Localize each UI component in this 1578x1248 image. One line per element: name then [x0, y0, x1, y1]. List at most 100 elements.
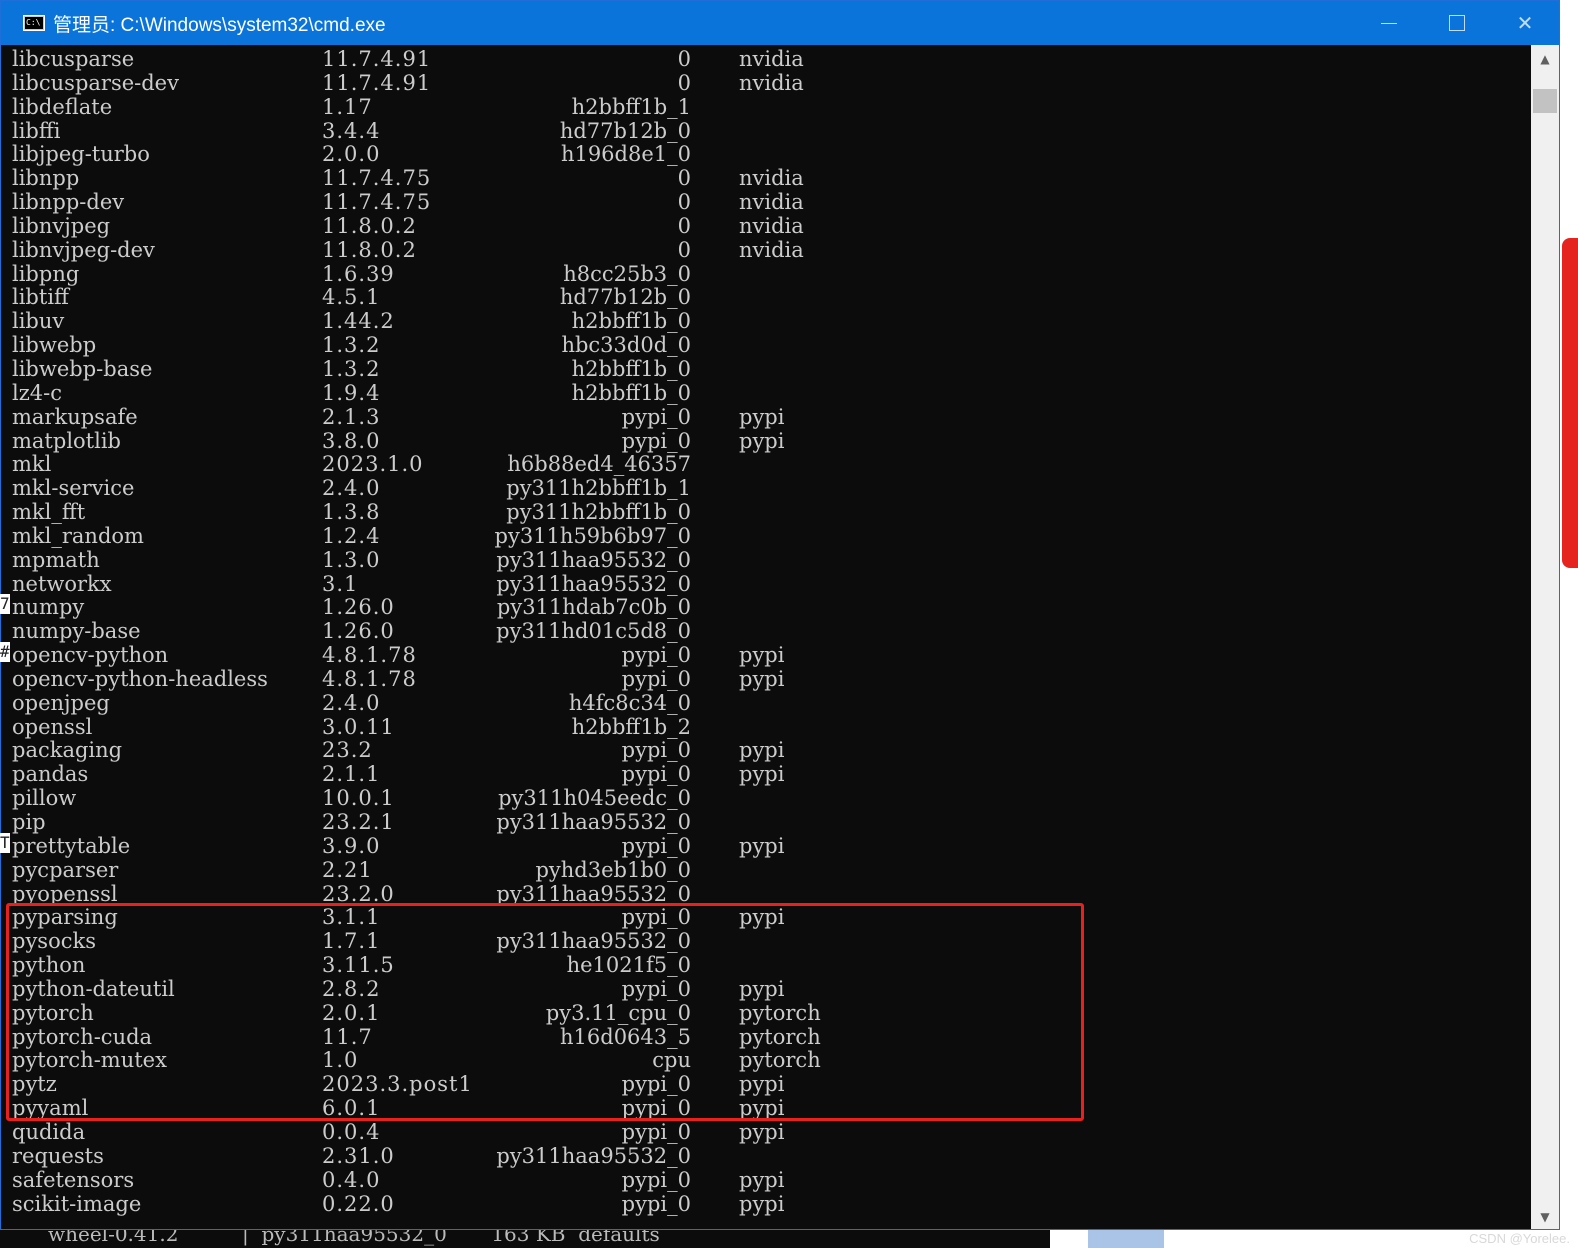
package-version: 3.4.4 [322, 118, 381, 143]
package-row: qudida 0.0.4 pypi_0 pypi [1, 1119, 1533, 1145]
package-name: mkl_random [12, 523, 144, 548]
vertical-scrollbar[interactable]: ▲ ▼ [1531, 45, 1559, 1229]
package-name: libdeflate [12, 94, 113, 119]
package-version: 1.3.2 [322, 333, 381, 358]
package-version: 2.4.0 [322, 476, 381, 501]
package-row: mpmath 1.3.0 py311haa95532_0 [1, 547, 1533, 573]
package-row: markupsafe 2.1.3 pypi_0 pypi [1, 404, 1533, 430]
package-name: mkl-service [12, 476, 135, 501]
close-button[interactable]: ✕ [1491, 1, 1559, 45]
package-name: pip [12, 810, 46, 834]
package-name: safetensors [12, 1167, 135, 1192]
package-row: libnpp 11.7.4.75 0 nvidia [1, 166, 1533, 191]
package-version: 1.9.4 [322, 380, 381, 405]
package-name: requests [12, 1143, 104, 1168]
package-version: 0.0.4 [322, 1119, 381, 1144]
scrollbar-thumb[interactable] [1533, 89, 1557, 113]
package-build: py311h2bbff1b_0 [506, 500, 691, 525]
package-build: pypi_0 [621, 1191, 691, 1216]
package-version: 2.31.0 [322, 1143, 395, 1168]
package-row: prettytable 3.9.0 pypi_0 pypi [1, 833, 1533, 859]
package-build: h6b88ed4_46357 [507, 452, 691, 477]
package-name: libnvjpeg [12, 213, 111, 238]
package-name: lz4-c [12, 380, 62, 405]
package-build: h2bbff1b_2 [571, 714, 691, 739]
package-build: pypi_0 [621, 1167, 691, 1192]
cmd-app-icon[interactable]: C:\ [23, 15, 45, 31]
package-build: py311haa95532_0 [496, 810, 691, 834]
package-build: py311h59b6b97_0 [494, 523, 691, 548]
package-version: 1.17 [322, 94, 373, 119]
package-row: openssl 3.0.11 h2bbff1b_2 [1, 714, 1533, 740]
package-row: libwebp-base 1.3.2 h2bbff1b_0 [1, 356, 1533, 382]
package-build: 0 [677, 47, 691, 71]
package-version: 1.2.4 [322, 523, 381, 548]
scroll-down-arrow-icon[interactable]: ▼ [1531, 1203, 1559, 1229]
background-bottom-text: wheel-0.41.2 | py311haa95532_0 163 KB de… [48, 1230, 660, 1246]
package-channel: nvidia [739, 47, 804, 71]
package-channel: pypi [739, 762, 785, 787]
package-build: hd77b12b_0 [559, 118, 691, 143]
package-version: 23.2 [322, 738, 373, 763]
package-build: hbc33d0d_0 [561, 333, 691, 358]
package-version: 1.3.8 [322, 500, 381, 525]
package-version: 10.0.1 [322, 786, 395, 811]
package-name: prettytable [12, 833, 131, 858]
package-name: libuv [12, 309, 65, 334]
package-row: libcusparse 11.7.4.91 0 nvidia [1, 47, 1533, 72]
package-build: 0 [677, 70, 691, 95]
package-version: 4.8.1.78 [322, 643, 417, 668]
console-output[interactable]: libcusparse 11.7.4.91 0 nvidia libcusparse-d… [1, 45, 1533, 1229]
package-row: lz4-c 1.9.4 h2bbff1b_0 [1, 380, 1533, 406]
package-version: 2.1.1 [322, 762, 381, 787]
package-build: 0 [677, 166, 691, 191]
package-channel: nvidia [739, 190, 804, 215]
package-name: mkl_fft [12, 500, 86, 525]
package-row: libuv 1.44.2 h2bbff1b_0 [1, 309, 1533, 334]
title-bar[interactable]: C:\ 管理员: C:\Windows\system32\cmd.exe ✕ [1, 1, 1559, 45]
minimize-button[interactable] [1355, 1, 1423, 45]
package-name: libtiff [12, 285, 69, 310]
package-version: 3.0.11 [322, 714, 395, 739]
package-name: libnvjpeg-dev [12, 237, 155, 262]
minimize-icon [1381, 22, 1397, 24]
package-version: 1.44.2 [322, 309, 395, 334]
cmd-app-icon-text: C:\ [25, 17, 43, 29]
package-row: libffi 3.4.4 hd77b12b_0 [1, 118, 1533, 144]
package-build: py311haa95532_0 [496, 1143, 691, 1168]
package-build: pypi_0 [621, 643, 691, 668]
package-version: 2.1.3 [322, 404, 381, 429]
package-channel: nvidia [739, 213, 804, 238]
package-version: 11.7.4.75 [322, 190, 432, 215]
package-row: mkl-service 2.4.0 py311h2bbff1b_1 [1, 476, 1533, 501]
package-row: packaging 23.2 pypi_0 pypi [1, 739, 1533, 763]
package-row: scikit-image 0.22.0 pypi_0 pypi [1, 1191, 1533, 1217]
package-channel: nvidia [739, 166, 804, 191]
package-build: h4fc8c34_0 [568, 690, 691, 715]
background-left-mark: T [0, 833, 10, 853]
background-red-element [1562, 238, 1578, 568]
package-name: pycparser [12, 857, 119, 882]
package-row: networkx 3.1 py311haa95532_0 [1, 571, 1533, 597]
scroll-up-arrow-icon[interactable]: ▲ [1531, 45, 1559, 73]
package-build: pyhd3eb1b0_0 [535, 857, 691, 882]
package-name: libwebp [12, 333, 97, 358]
package-version: 2.0.0 [322, 142, 381, 167]
package-name: mkl [12, 452, 52, 477]
package-version: 4.8.1.78 [322, 666, 417, 691]
package-row: opencv-python-headless 4.8.1.78 pypi_0 pypi [1, 666, 1533, 692]
package-build: pypi_0 [621, 1119, 691, 1144]
package-version: 2.4.0 [322, 690, 381, 715]
package-name: openjpeg [12, 690, 110, 715]
package-row: pandas 2.1.1 pypi_0 pypi [1, 762, 1533, 787]
window-title: 管理员: C:\Windows\system32\cmd.exe [53, 14, 386, 36]
maximize-button[interactable] [1423, 1, 1491, 45]
package-name: mpmath [12, 547, 100, 572]
package-version: 0.4.0 [322, 1167, 381, 1192]
package-version: 23.2.1 [322, 810, 395, 834]
package-version: 1.3.2 [322, 356, 381, 381]
package-name: libpng [12, 261, 80, 286]
package-name: networkx [12, 571, 112, 596]
package-channel: pypi [739, 1119, 785, 1144]
package-name: libwebp-base [12, 356, 153, 381]
